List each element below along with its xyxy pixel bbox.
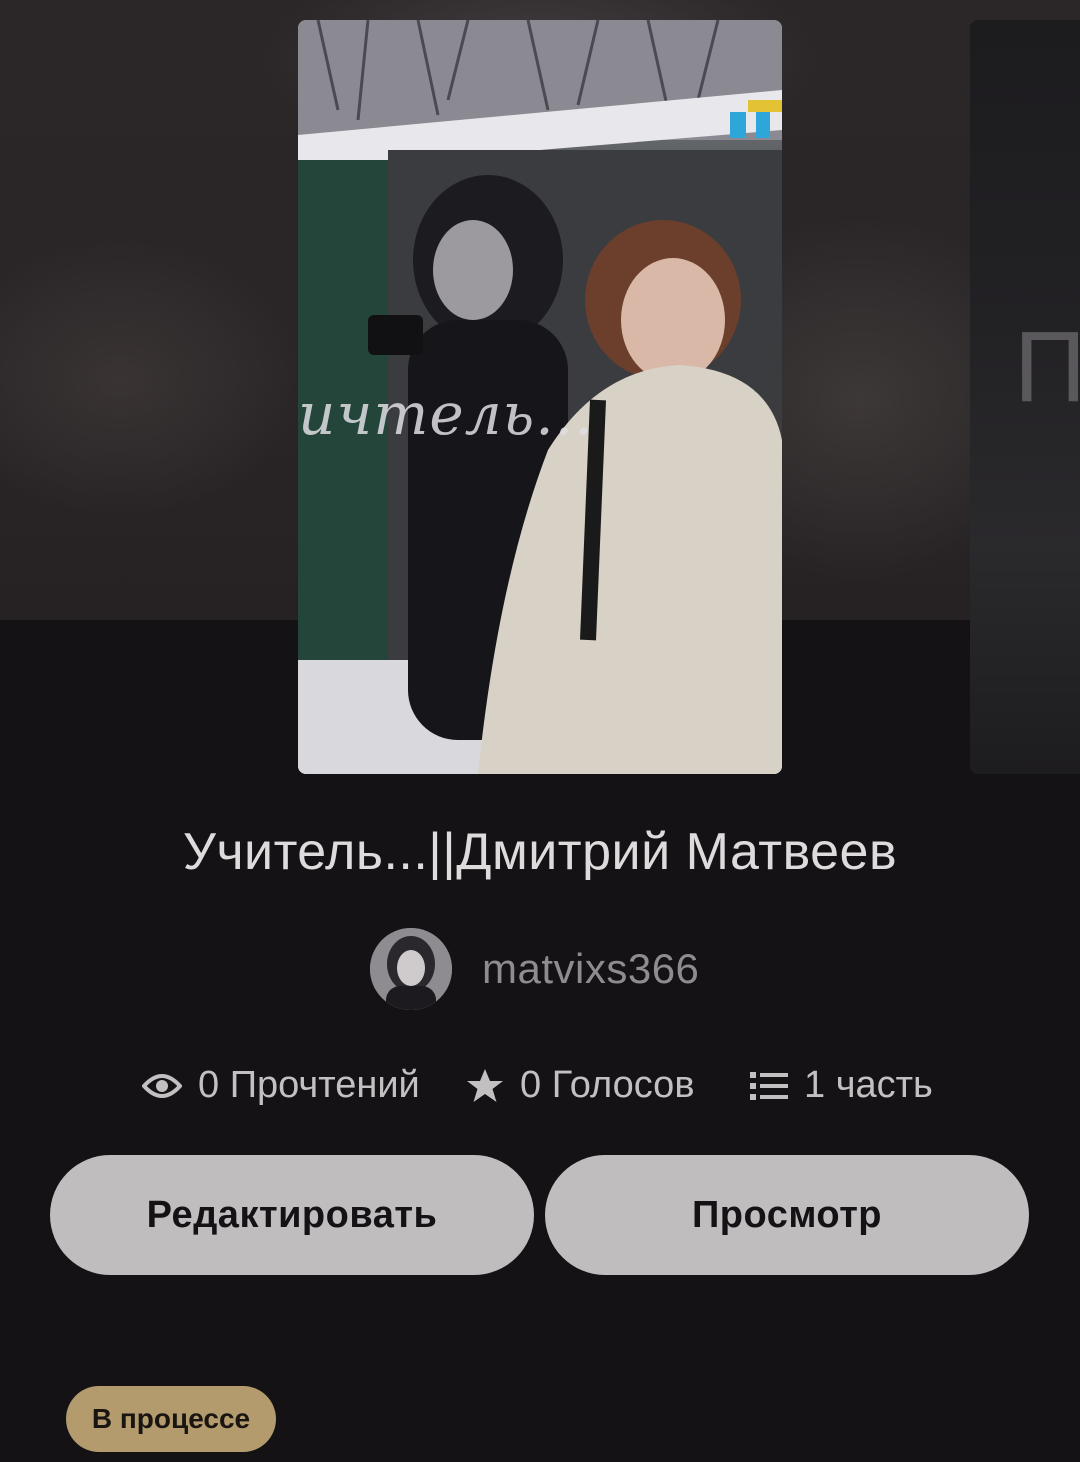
stat-reads-label: 0 Прочтений	[198, 1064, 420, 1106]
stat-reads: 0 Прочтений	[142, 1064, 420, 1107]
next-story-cover[interactable]: ПА	[970, 20, 1080, 774]
story-stats: 0 Прочтений 0 Голосов 1 часть	[0, 1064, 1080, 1114]
author-row[interactable]: matvixs366	[370, 928, 699, 1010]
edit-button[interactable]: Редактировать	[50, 1155, 534, 1275]
status-badge: В процессе	[66, 1386, 276, 1452]
star-icon	[467, 1068, 503, 1102]
avatar[interactable]	[370, 928, 452, 1010]
story-title: Учитель...||Дмитрий Матвеев	[182, 823, 898, 881]
author-username[interactable]: matvixs366	[482, 945, 699, 993]
stat-parts-label: 1 часть	[804, 1064, 933, 1106]
next-story-cover-text: ПА	[1014, 311, 1080, 423]
list-icon	[750, 1071, 788, 1100]
stat-parts: 1 часть	[750, 1064, 933, 1107]
cover-script-text: ичтель...	[298, 380, 594, 448]
view-button[interactable]: Просмотр	[545, 1155, 1029, 1275]
stat-votes-label: 0 Голосов	[520, 1064, 695, 1106]
story-cover[interactable]: ичтель...	[298, 20, 782, 774]
eye-icon	[142, 1073, 182, 1098]
stat-votes: 0 Голосов	[466, 1064, 695, 1107]
